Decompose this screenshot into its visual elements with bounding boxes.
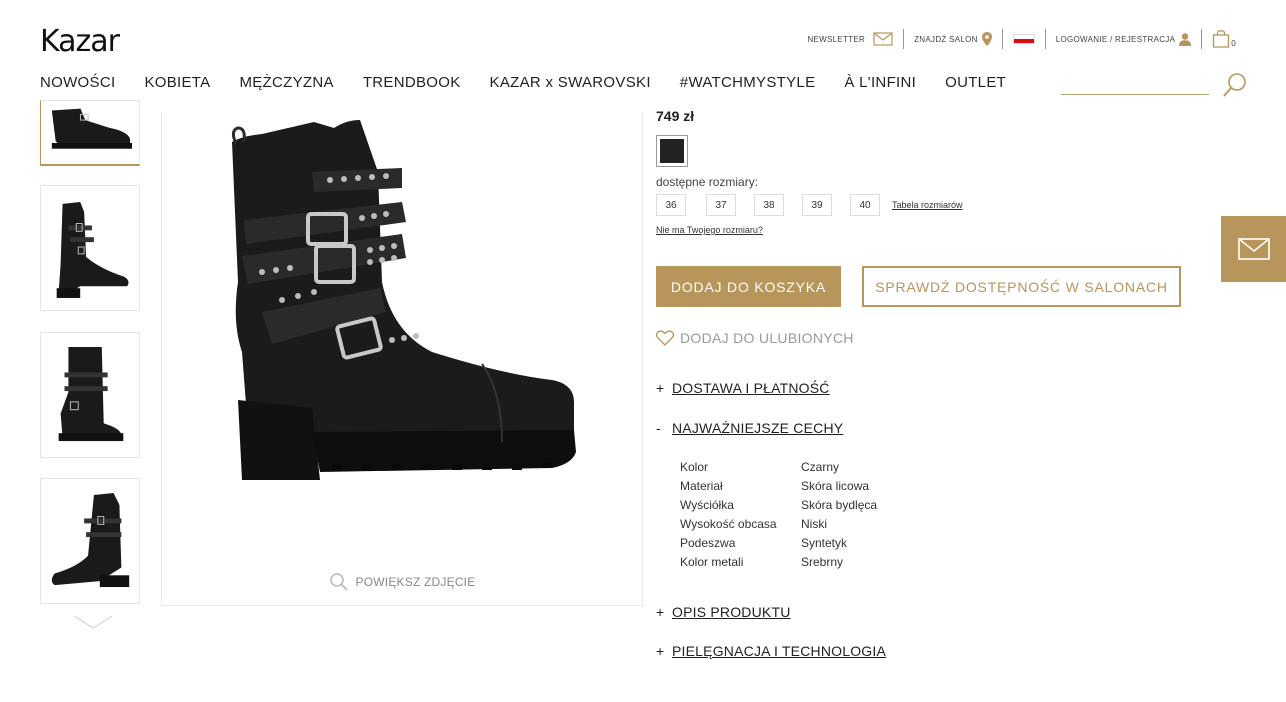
top-utility-bar: Newsletter Znajdź salon Logowanie / Reje… xyxy=(807,28,1236,50)
accordion-care[interactable]: + PIELĘGNACJA I TECHNOLOGIA xyxy=(656,643,886,659)
zoom-search-icon xyxy=(329,573,348,591)
divider xyxy=(903,29,905,49)
bag-icon xyxy=(1213,30,1230,48)
nav-item-watchmystyle[interactable]: #WATCHMYSTYLE xyxy=(680,74,816,91)
accordion-description[interactable]: + OPIS PRODUKTU xyxy=(656,604,791,620)
newsletter-side-tab[interactable] xyxy=(1221,216,1286,282)
find-store-link[interactable]: Znajdź salon xyxy=(914,28,992,50)
no-size-link[interactable]: Nie ma Twojego rozmiaru? xyxy=(656,225,763,235)
feature-value: Srebrny xyxy=(801,554,844,569)
nav-item-kazar-swarovski[interactable]: KAZAR x SWAROVSKI xyxy=(490,74,651,91)
thumbnail-1[interactable] xyxy=(40,100,140,166)
size-37[interactable]: 37 xyxy=(706,194,736,216)
cart-link[interactable]: 0 xyxy=(1212,28,1236,50)
feature-key: Materiał xyxy=(680,478,723,493)
accordion-title: OPIS PRODUKTU xyxy=(672,604,791,620)
sizes-label: dostępne rozmiary: xyxy=(656,175,759,189)
nav-item-trendbook[interactable]: TRENDBOOK xyxy=(363,74,461,91)
size-table-link[interactable]: Tabela rozmiarów xyxy=(892,200,963,210)
accordion-title: PIELĘGNACJA I TECHNOLOGIA xyxy=(672,643,887,659)
feature-value: Skóra licowa xyxy=(801,478,870,493)
feature-key: Wyściółka xyxy=(680,497,734,512)
accordion-title: NAJWAŻNIEJSZE CECHY xyxy=(672,420,844,436)
accordion-title: DOSTAWA I PŁATNOŚĆ xyxy=(672,380,830,396)
feature-row: Podeszwa Syntetyk xyxy=(680,533,877,552)
cart-count: 0 xyxy=(1231,38,1236,48)
feature-value: Niski xyxy=(801,516,827,531)
login-link[interactable]: Logowanie / Rejestracja xyxy=(1056,28,1192,50)
thumbnail-2[interactable] xyxy=(40,185,140,311)
accordion-features[interactable]: - NAJWAŻNIEJSZE CECHY xyxy=(656,420,843,436)
boot-thumbnail-image xyxy=(51,492,130,588)
divider xyxy=(1201,29,1203,49)
feature-row: Materiał Skóra licowa xyxy=(680,476,877,495)
main-product-image[interactable]: POWIĘKSZ ZDJĘCIE xyxy=(161,112,643,606)
feature-value: Czarny xyxy=(801,459,840,474)
zoom-label: POWIĘKSZ ZDJĘCIE xyxy=(355,575,476,589)
thumbnail-4[interactable] xyxy=(40,478,140,604)
newsletter-link[interactable]: Newsletter xyxy=(807,28,893,50)
find-store-label: Znajdź salon xyxy=(914,34,978,44)
language-flag[interactable] xyxy=(1012,28,1035,50)
feature-row: Kolor metali Srebrny xyxy=(680,552,877,571)
divider xyxy=(1044,29,1046,49)
accordion-sign: + xyxy=(656,643,665,659)
size-36[interactable]: 36 xyxy=(656,194,686,216)
accordion-sign: - xyxy=(656,420,661,436)
login-label: Logowanie / Rejestracja xyxy=(1055,34,1176,44)
feature-row: Wyściółka Skóra bydlęca xyxy=(680,495,877,514)
feature-value: Skóra bydlęca xyxy=(801,497,878,512)
chevron-down-icon[interactable] xyxy=(72,614,114,630)
feature-key: Kolor xyxy=(680,459,709,474)
color-swatch-black[interactable] xyxy=(656,135,688,167)
kazar-logo[interactable]: Kazar xyxy=(40,24,120,59)
add-to-cart-button[interactable]: DODAJ DO KOSZYKA xyxy=(656,266,841,307)
nav-item-outlet[interactable]: OUTLET xyxy=(945,74,1006,91)
add-to-favorites-label: DODAJ DO ULUBIONYCH xyxy=(680,330,854,346)
feature-row: Kolor Czarny xyxy=(680,457,877,476)
thumbnail-3[interactable] xyxy=(40,332,140,458)
boot-thumbnail-image xyxy=(58,346,124,442)
feature-key: Wysokość obcasa xyxy=(680,516,777,531)
boot-thumbnail-image xyxy=(51,108,132,149)
size-38[interactable]: 38 xyxy=(754,194,784,216)
mail-icon xyxy=(1237,238,1270,260)
size-39[interactable]: 39 xyxy=(802,194,832,216)
nav-item-mezczyzna[interactable]: MĘŻCZYZNA xyxy=(239,74,333,91)
nav-item-kobieta[interactable]: KOBIETA xyxy=(144,74,210,91)
feature-row: Wysokość obcasa Niski xyxy=(680,514,877,533)
feature-key: Podeszwa xyxy=(680,535,736,550)
accordion-sign: + xyxy=(656,380,665,396)
add-to-favorites-button[interactable]: DODAJ DO ULUBIONYCH xyxy=(656,330,854,346)
mail-icon xyxy=(873,32,893,46)
feature-key: Kolor metali xyxy=(680,554,744,569)
nav-item-a-linfini[interactable]: À L'INFINI xyxy=(844,74,916,91)
newsletter-label: Newsletter xyxy=(807,34,866,44)
heart-icon xyxy=(656,330,674,346)
features-table: Kolor Czarny Materiał Skóra licowa Wyściół… xyxy=(680,457,877,571)
size-selector: 36 37 38 39 40 xyxy=(656,194,898,216)
size-40[interactable]: 40 xyxy=(850,194,880,216)
boot-image xyxy=(231,120,576,480)
product-price: 749 zł xyxy=(656,108,695,124)
divider xyxy=(1001,29,1003,49)
map-pin-icon xyxy=(981,32,992,46)
zoom-button[interactable]: POWIĘKSZ ZDJĘCIE xyxy=(162,572,642,592)
main-nav: NOWOŚCI KOBIETA MĘŻCZYZNA TRENDBOOK KAZA… xyxy=(40,74,1035,91)
boot-thumbnail-image xyxy=(56,201,129,298)
feature-value: Syntetyk xyxy=(801,535,848,550)
search-input[interactable] xyxy=(1061,94,1209,95)
check-availability-button[interactable]: SPRAWDŹ DOSTĘPNOŚĆ W SALONACH xyxy=(862,266,1181,307)
swatch-fill xyxy=(660,139,684,163)
accordion-delivery[interactable]: + DOSTAWA I PŁATNOŚĆ xyxy=(656,380,830,396)
user-icon xyxy=(1179,32,1192,46)
nav-item-nowosci[interactable]: NOWOŚCI xyxy=(40,74,115,91)
flag-icon xyxy=(1012,34,1035,44)
search-icon[interactable] xyxy=(1222,72,1248,98)
accordion-sign: + xyxy=(656,604,665,620)
